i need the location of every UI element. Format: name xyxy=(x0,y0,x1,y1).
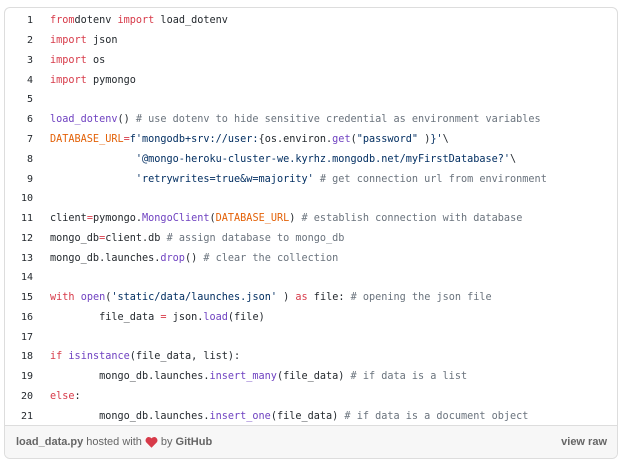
line-number[interactable]: 11 xyxy=(5,213,33,224)
line-number[interactable]: 2 xyxy=(5,35,33,46)
line-number[interactable]: 7 xyxy=(5,134,33,145)
gist-footer: load_data.py hosted with by GitHub view … xyxy=(5,425,617,458)
line-number[interactable]: 1 xyxy=(5,15,33,26)
code-line: 19 mongo_db.launches.insert_many(file_da… xyxy=(5,367,617,387)
code-text: mongo_db.launches.drop() # clear the col… xyxy=(50,252,339,264)
code-line: 15 with open('static/data/launches.json' … xyxy=(5,288,617,308)
code-text: if isinstance(file_data, list): xyxy=(50,351,241,363)
view-raw-link[interactable]: view raw xyxy=(561,436,607,448)
hosted-with-text: hosted with xyxy=(86,436,142,448)
line-number[interactable]: 4 xyxy=(5,75,33,86)
code-line: 3 import os xyxy=(5,51,617,71)
code-text: file_data = json.load(file) xyxy=(50,311,265,323)
line-number[interactable]: 20 xyxy=(5,391,33,402)
code-text: else: xyxy=(50,390,81,402)
by-text: by xyxy=(160,436,173,448)
footer-meta: load_data.py hosted with by GitHub xyxy=(16,436,212,448)
code-text: with open('static/data/launches.json' ) … xyxy=(50,292,492,304)
code-line: 9 'retrywrites=true&w=majority' # get co… xyxy=(5,169,617,189)
code-line: 20 else: xyxy=(5,387,617,407)
code-text: load_dotenv() # use dotenv to hide sensi… xyxy=(50,114,541,126)
code-text: mongo_db.launches.insert_one(file_data) … xyxy=(50,410,529,422)
line-number[interactable]: 10 xyxy=(5,193,33,204)
code-text: import os xyxy=(50,54,106,66)
code-text: import json xyxy=(50,35,118,47)
line-number[interactable]: 9 xyxy=(5,174,33,185)
code-text: mongo_db.launches.insert_many(file_data)… xyxy=(50,371,468,383)
line-number[interactable]: 17 xyxy=(5,332,33,343)
line-number[interactable]: 8 xyxy=(5,154,33,165)
code-text: fromdotenv import load_dotenv xyxy=(50,15,228,27)
line-number[interactable]: 16 xyxy=(5,312,33,323)
code-line: 12 mongo_db=client.db # assign database t… xyxy=(5,228,617,248)
code-line: 21 mongo_db.launches.insert_one(file_dat… xyxy=(5,406,617,426)
code-line: 8 '@mongo-heroku-cluster-we.kyrhz.mongod… xyxy=(5,149,617,169)
code-line: 11 client=pymongo.MongoClient(DATABASE_UR… xyxy=(5,209,617,229)
code-line: 1 fromdotenv import load_dotenv xyxy=(5,11,617,31)
code-line: 4 import pymongo xyxy=(5,70,617,90)
code-text: 'retrywrites=true&w=majority' # get conn… xyxy=(135,173,547,185)
line-number[interactable]: 21 xyxy=(5,411,33,422)
line-number[interactable]: 13 xyxy=(5,253,33,264)
line-number[interactable]: 6 xyxy=(5,114,33,125)
code-block: 1 fromdotenv import load_dotenv 2 import js… xyxy=(5,11,617,426)
code-line: 5 xyxy=(5,90,617,110)
line-number[interactable]: 3 xyxy=(5,55,33,66)
line-number[interactable]: 5 xyxy=(5,94,33,105)
heart-icon xyxy=(145,436,158,448)
line-number[interactable]: 12 xyxy=(5,233,33,244)
code-line: 17 xyxy=(5,327,617,347)
code-line: 13 mongo_db.launches.drop() # clear the c… xyxy=(5,248,617,268)
file-name-link[interactable]: load_data.py xyxy=(16,436,83,448)
code-line: 7 DATABASE_URL=f'mongodb+srv://user:{os.e… xyxy=(5,130,617,150)
code-text: client=pymongo.MongoClient(DATABASE_URL)… xyxy=(50,213,523,225)
code-line: 14 xyxy=(5,268,617,288)
line-number[interactable]: 18 xyxy=(5,351,33,362)
code-line: 2 import json xyxy=(5,31,617,51)
code-line: 10 xyxy=(5,189,617,209)
code-text: mongo_db=client.db # assign database to … xyxy=(50,232,345,244)
line-number[interactable]: 15 xyxy=(5,292,33,303)
code-text: '@mongo-heroku-cluster-we.kyrhz.mongodb.… xyxy=(135,153,517,165)
code-text: import pymongo xyxy=(50,74,136,86)
code-line: 18 if isinstance(file_data, list): xyxy=(5,347,617,367)
code-line: 6 load_dotenv() # use dotenv to hide sens… xyxy=(5,110,617,130)
gist-embed: 1 fromdotenv import load_dotenv 2 import js… xyxy=(4,7,618,459)
line-number[interactable]: 14 xyxy=(5,272,33,283)
github-link[interactable]: GitHub xyxy=(176,436,213,448)
line-number[interactable]: 19 xyxy=(5,371,33,382)
code-line: 16 file_data = json.load(file) xyxy=(5,307,617,327)
code-text: DATABASE_URL=f'mongodb+srv://user:{os.en… xyxy=(50,133,449,145)
